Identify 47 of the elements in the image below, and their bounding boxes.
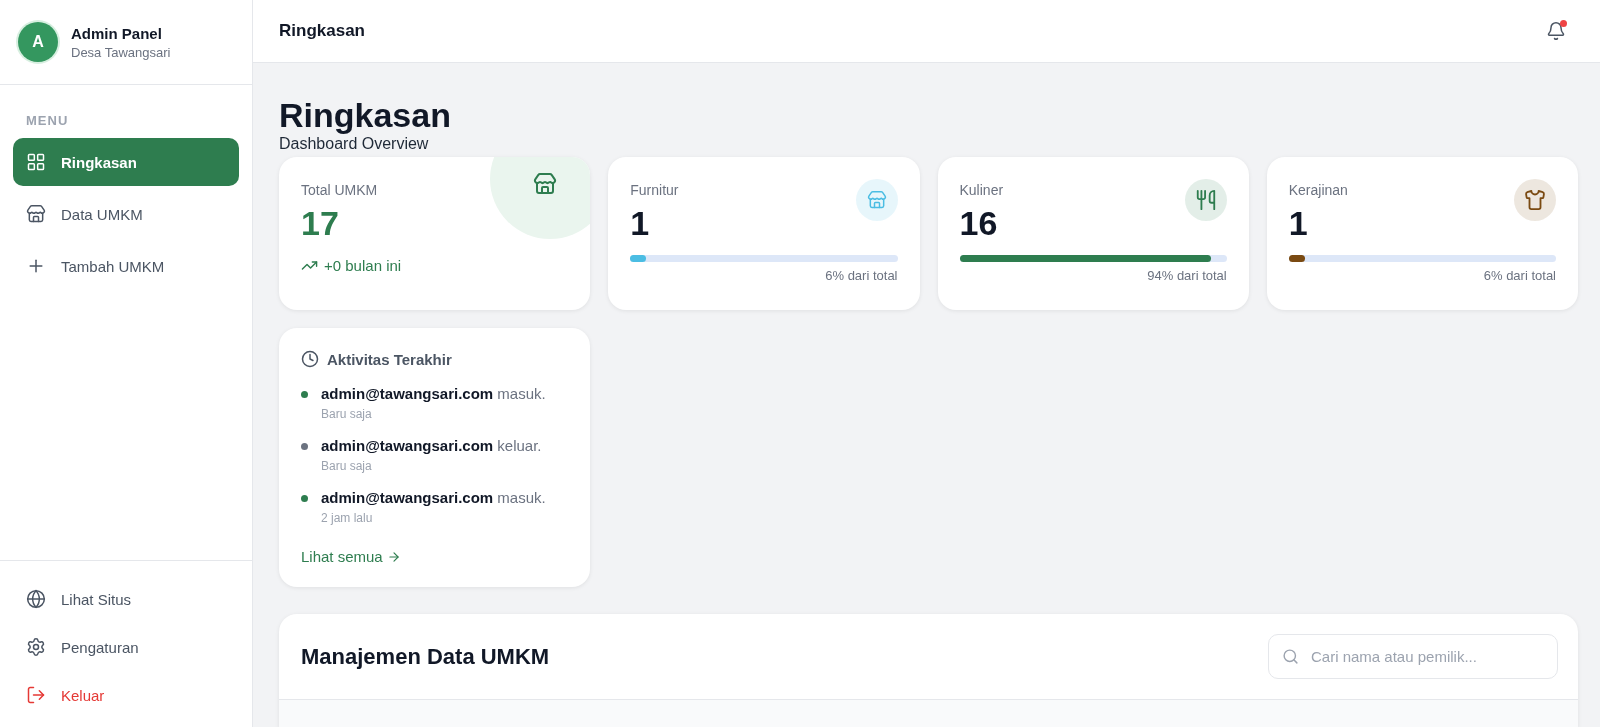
stat-label: Total UMKM	[301, 182, 378, 198]
stat-value: 1	[1288, 204, 1309, 243]
globe-icon	[26, 589, 46, 609]
panel-title: Manajemen Data UMKM	[301, 643, 550, 670]
nav-item[interactable]: Lihat Situs	[13, 575, 239, 623]
bell-icon	[1546, 21, 1566, 41]
stat-value: 1	[630, 204, 651, 243]
activity-time: Baru saja	[321, 407, 373, 421]
nav-item[interactable]: Tambah UMKM	[13, 242, 239, 290]
stat-caption: 94% dari total	[1146, 268, 1227, 283]
search-icon	[1282, 648, 1299, 665]
clock-icon	[301, 350, 319, 368]
settings-icon	[26, 637, 46, 657]
nav-item[interactable]: Ringkasan	[13, 138, 239, 186]
activity-title: Aktivitas Terakhir	[327, 350, 452, 368]
page-subtitle: Dashboard Overview	[279, 135, 430, 153]
stat-caption: 6% dari total	[824, 268, 898, 283]
brand-subtitle: Desa Tawangsari	[71, 44, 171, 60]
trend-text: +0 bulan ini	[324, 257, 402, 274]
stat-label: Kuliner	[959, 182, 1004, 198]
page-title: Ringkasan	[279, 95, 452, 135]
see-all-link[interactable]: Lihat semua	[301, 548, 401, 565]
nav-item[interactable]: Pengaturan	[13, 623, 239, 671]
store-icon	[866, 190, 887, 210]
logout-link[interactable]: Keluar	[13, 671, 239, 719]
stat-value: 17	[301, 204, 340, 243]
store-icon	[26, 204, 46, 224]
stat-caption: 6% dari total	[1482, 268, 1556, 283]
activity-text: admin@tawangsari.com masuk.	[321, 489, 546, 506]
activity-time: 2 jam lalu	[321, 511, 374, 525]
grid-icon	[26, 152, 46, 172]
brand-title: Admin Panel	[71, 24, 163, 42]
search-field[interactable]: Cari nama atau pemilik...	[1268, 634, 1558, 679]
stat-label: Kerajinan	[1288, 182, 1348, 198]
store-icon	[533, 172, 558, 196]
nav-item[interactable]: Data UMKM	[13, 190, 239, 238]
avatar: A	[18, 22, 58, 62]
stat-value: 16	[959, 204, 999, 243]
activity-text: admin@tawangsari.com keluar.	[321, 437, 542, 454]
logout-icon	[26, 685, 46, 705]
shirt-icon	[1524, 189, 1546, 211]
header-title: Ringkasan	[279, 21, 365, 41]
activity-text: admin@tawangsari.com masuk.	[321, 385, 546, 402]
stat-label: Furnitur	[630, 182, 679, 198]
activity-time: Baru saja	[321, 459, 373, 473]
utensils-icon	[1194, 189, 1217, 211]
menu-label: MENU	[25, 112, 70, 130]
